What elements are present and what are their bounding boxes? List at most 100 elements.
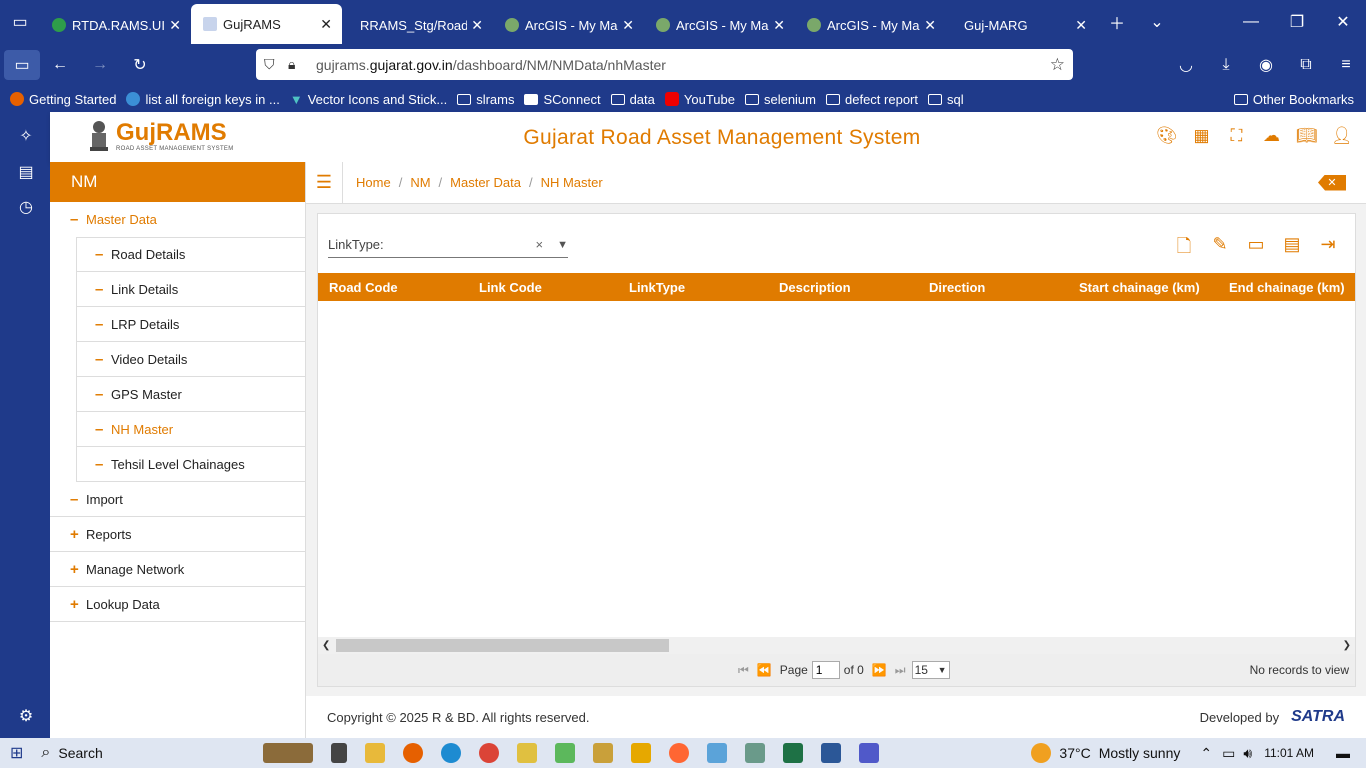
col-link-code[interactable]: Link Code xyxy=(468,280,618,295)
nav-import[interactable]: – Import xyxy=(50,482,305,517)
tabs-icon[interactable]: ▤ xyxy=(16,162,36,182)
tab-overview-icon[interactable]: ▭ xyxy=(0,2,40,42)
next-page-icon[interactable]: ⏩ xyxy=(872,663,887,677)
star-icon[interactable]: ☆ xyxy=(1050,55,1065,75)
grid-icon[interactable]: ▦ xyxy=(1191,126,1212,146)
taskbar-clock[interactable]: 11:01 AM xyxy=(1264,746,1314,760)
close-tab-icon[interactable]: ✕ xyxy=(773,17,785,34)
add-file-icon[interactable]: 🗋︎ xyxy=(1173,234,1195,256)
nav-lookup-data[interactable]: + Lookup Data xyxy=(50,587,305,622)
remote-desktop-icon[interactable] xyxy=(820,743,841,763)
network-app-icon[interactable] xyxy=(744,743,765,763)
prev-page-icon[interactable]: ⏪ xyxy=(757,663,772,677)
qgis-icon[interactable] xyxy=(554,743,575,763)
address-bar[interactable]: ⛉ 🔒︎ gujrams. gujarat.gov.in/dashboard/NM… xyxy=(256,49,1073,80)
bookmark-folder[interactable]: defect report xyxy=(826,92,918,107)
close-tab-icon[interactable]: ✕ xyxy=(1075,17,1087,34)
network-icon[interactable]: ▭ xyxy=(1222,745,1235,762)
tools-icon[interactable] xyxy=(592,743,613,763)
last-page-icon[interactable]: ⏭ xyxy=(895,663,906,678)
nav-video-details[interactable]: – Video Details xyxy=(76,342,305,377)
hamburger-icon[interactable]: ☰ xyxy=(306,161,343,204)
bookmark-folder[interactable]: selenium xyxy=(744,92,816,107)
history-icon[interactable]: ◷ xyxy=(16,197,36,217)
firefox-icon[interactable] xyxy=(402,743,423,763)
bookmark-item[interactable]: YouTube xyxy=(664,92,735,107)
pocket-icon[interactable]: ◡ xyxy=(1166,45,1206,85)
chevron-up-icon[interactable]: ⌃ xyxy=(1200,745,1212,762)
satra-logo[interactable]: SATRA xyxy=(1291,708,1345,726)
notifications-icon[interactable]: ▬ xyxy=(1336,745,1350,761)
bookmark-item[interactable]: ▼ Vector Icons and Stick... xyxy=(290,92,447,107)
notepad-icon[interactable] xyxy=(706,743,727,763)
account-icon[interactable]: ◉ xyxy=(1246,45,1286,85)
bookmark-item[interactable]: SConnect xyxy=(524,92,601,107)
bookmark-folder[interactable]: sql xyxy=(928,92,964,107)
nav-manage-network[interactable]: + Manage Network xyxy=(50,552,305,587)
outlook-icon[interactable] xyxy=(630,743,651,763)
user-icon[interactable]: 👤︎ xyxy=(1331,126,1353,146)
forward-icon[interactable]: → xyxy=(80,45,120,85)
col-start-chainage[interactable]: Start chainage (km) xyxy=(1068,280,1218,295)
horizontal-scrollbar[interactable]: ❮ ❯ xyxy=(318,637,1355,654)
scroll-thumb[interactable] xyxy=(336,639,669,652)
bookmark-item[interactable]: list all foreign keys in ... xyxy=(126,92,280,107)
settings-icon[interactable]: ⚙ xyxy=(16,706,36,726)
app-icon[interactable] xyxy=(516,743,537,763)
sidebar-toggle-icon[interactable]: ▭ xyxy=(4,50,40,80)
page-input[interactable] xyxy=(811,661,840,679)
scroll-right-icon[interactable]: ❯ xyxy=(1343,640,1351,651)
weather-icon[interactable] xyxy=(1031,743,1052,763)
dropdown-arrow-icon[interactable]: ▼ xyxy=(557,239,568,251)
nav-reports[interactable]: + Reports xyxy=(50,517,305,552)
col-road-code[interactable]: Road Code xyxy=(318,280,468,295)
other-bookmarks[interactable]: Other Bookmarks xyxy=(1233,92,1354,107)
excel-icon[interactable] xyxy=(782,743,803,763)
file-explorer-icon[interactable] xyxy=(364,743,385,763)
close-tab-icon[interactable]: ✕ xyxy=(471,17,483,34)
bookmark-folder[interactable]: slrams xyxy=(457,92,514,107)
nav-gps-master[interactable]: – GPS Master xyxy=(76,377,305,412)
ai-sparkle-icon[interactable]: ✧ xyxy=(16,126,36,146)
task-view-icon[interactable] xyxy=(330,743,347,763)
col-direction[interactable]: Direction xyxy=(918,280,1068,295)
browser-tab-active[interactable]: GujRAMS ✕ xyxy=(191,4,342,44)
map-icon[interactable]: ⛶ xyxy=(1226,126,1247,146)
breadcrumb-home[interactable]: Home xyxy=(356,175,391,190)
close-tab-icon[interactable]: ✕ xyxy=(169,17,181,34)
download-icon[interactable]: ⤓ xyxy=(1206,45,1246,85)
nav-road-details[interactable]: – Road Details xyxy=(76,237,305,272)
browser-tab[interactable]: ArcGIS - My Map ✕ xyxy=(795,7,946,43)
col-end-chainage[interactable]: End chainage (km) xyxy=(1218,280,1355,295)
browser-tab[interactable]: RRAMS_Stg/RoadInve✕ xyxy=(342,7,493,43)
books-widget-icon[interactable] xyxy=(262,743,313,763)
back-icon[interactable]: ← xyxy=(40,45,80,85)
col-linktype[interactable]: LinkType xyxy=(618,280,768,295)
close-tab-icon[interactable]: ✕ xyxy=(924,17,936,34)
search-icon[interactable]: ⌕ xyxy=(41,744,50,762)
palette-icon[interactable]: 🎨︎ xyxy=(1156,126,1178,146)
clear-selection-icon[interactable]: × xyxy=(536,237,544,252)
nav-master-data[interactable]: – Master Data xyxy=(50,202,305,237)
nav-tehsil-chainages[interactable]: – Tehsil Level Chainages xyxy=(76,447,305,482)
first-page-icon[interactable]: ⏮ xyxy=(738,663,749,678)
extensions-icon[interactable]: ⧉ xyxy=(1286,45,1326,85)
clear-icon[interactable]: ✕ xyxy=(1318,174,1346,191)
breadcrumb-nm[interactable]: NM xyxy=(410,175,430,190)
windows-start-icon[interactable]: ⊞ xyxy=(10,743,23,763)
bookmark-item[interactable]: Getting Started xyxy=(10,92,116,107)
volume-icon[interactable]: 🔊︎ xyxy=(1243,745,1252,762)
report-settings-icon[interactable]: ▤ xyxy=(1281,234,1303,256)
view-columns-icon[interactable]: ▭ xyxy=(1245,234,1267,256)
page-size-select[interactable]: 15 ▼ xyxy=(911,661,950,679)
nav-nh-master[interactable]: – NH Master xyxy=(76,412,305,447)
reload-icon[interactable]: ↻ xyxy=(120,45,160,85)
restore-icon[interactable]: ❐ xyxy=(1274,2,1320,42)
nav-lrp-details[interactable]: – LRP Details xyxy=(76,307,305,342)
new-tab-icon[interactable]: ＋ xyxy=(1097,2,1137,42)
browser-tab[interactable]: RTDA.RAMS.UI ✕ xyxy=(40,7,191,43)
taskbar-search[interactable]: Search xyxy=(58,745,102,761)
menu-icon[interactable]: ≡ xyxy=(1326,45,1366,85)
browser-tab[interactable]: ArcGIS - My Map ✕ xyxy=(493,7,644,43)
breadcrumb-master-data[interactable]: Master Data xyxy=(450,175,521,190)
